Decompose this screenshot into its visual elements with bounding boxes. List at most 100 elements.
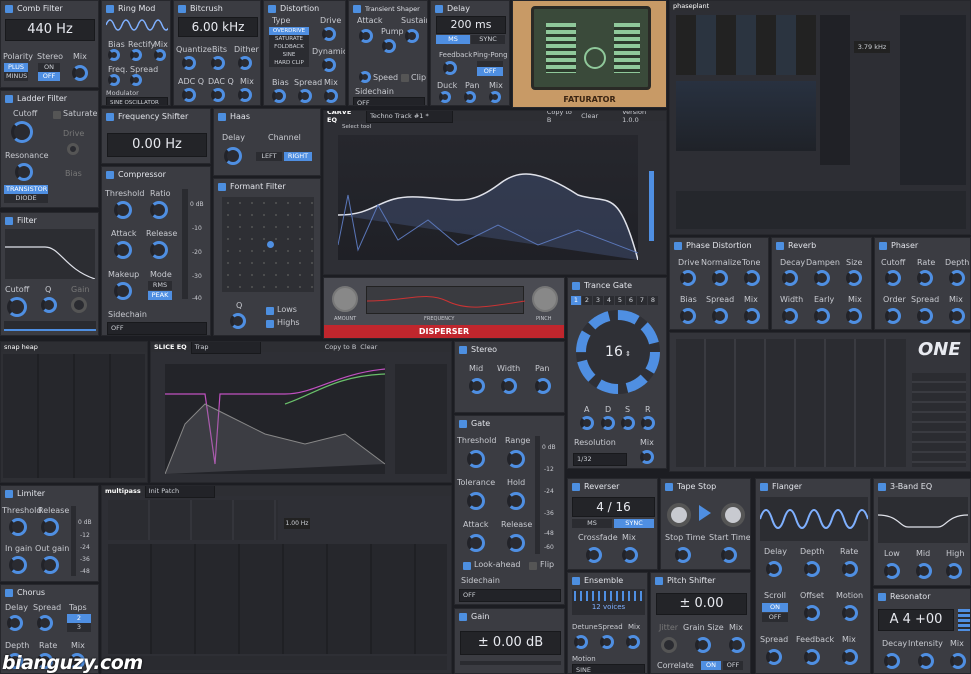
bias-knob[interactable] <box>680 308 696 324</box>
haas-header[interactable]: Haas <box>214 109 320 124</box>
bias-knob[interactable] <box>108 49 120 61</box>
trance-gate-header[interactable]: Trance Gate <box>568 278 666 293</box>
bias-knob[interactable] <box>272 89 286 103</box>
frequency-shifter-header[interactable]: Frequency Shifter <box>102 109 210 124</box>
saturate-checkbox-icon[interactable] <box>53 111 61 119</box>
flip-checkbox-icon[interactable] <box>529 562 537 570</box>
decay-knob[interactable] <box>782 270 798 286</box>
frequency-display[interactable]: 440 Hz <box>5 19 95 41</box>
mid-knob[interactable] <box>469 378 485 394</box>
pump-knob[interactable] <box>382 39 396 53</box>
pitch-shifter-header[interactable]: Pitch Shifter <box>651 573 750 588</box>
enable-checkbox-icon[interactable] <box>353 4 361 13</box>
spread-knob[interactable] <box>600 635 614 649</box>
crossfade-knob[interactable] <box>586 547 602 563</box>
spread-knob[interactable] <box>298 89 312 103</box>
enable-checkbox-icon[interactable] <box>572 482 580 491</box>
clear-button[interactable]: Clear <box>360 343 377 351</box>
tape-stop-header[interactable]: Tape Stop <box>661 479 750 494</box>
mix-knob[interactable] <box>640 450 654 464</box>
enable-checkbox-icon[interactable] <box>459 612 467 621</box>
jitter-knob[interactable] <box>661 637 677 653</box>
enable-checkbox-icon[interactable] <box>879 241 887 250</box>
ms-button[interactable]: MS <box>436 35 470 44</box>
enable-checkbox-icon[interactable] <box>776 241 784 250</box>
formant-xy-pad[interactable] <box>222 197 314 292</box>
bitcrush-header[interactable]: Bitcrush <box>174 1 260 16</box>
phase-distortion-header[interactable]: Phase Distortion <box>670 238 768 253</box>
spread-knob[interactable] <box>766 649 782 665</box>
sidechain-select[interactable]: OFF <box>107 322 207 335</box>
tone-knob[interactable] <box>744 270 760 286</box>
enable-checkbox-icon[interactable] <box>218 112 226 121</box>
clear-button[interactable]: Clear <box>581 112 598 120</box>
mix-knob[interactable] <box>154 49 166 61</box>
filter-header[interactable]: Filter <box>1 213 98 228</box>
q-knob[interactable] <box>41 297 57 313</box>
shift-display[interactable]: 0.00 Hz <box>107 133 207 157</box>
mix-knob[interactable] <box>626 635 640 649</box>
lfo-rate-display[interactable]: 1.00 Hz <box>284 518 310 529</box>
release-knob[interactable] <box>150 241 168 259</box>
sync-button[interactable]: SYNC <box>614 519 654 528</box>
mix-knob[interactable] <box>842 649 858 665</box>
freq-knob[interactable] <box>108 74 120 86</box>
mid-knob[interactable] <box>916 563 932 579</box>
rms-button[interactable]: RMS <box>148 281 172 290</box>
mix-knob[interactable] <box>238 88 252 102</box>
amount-knob[interactable] <box>332 286 358 312</box>
attack-knob[interactable] <box>580 416 594 430</box>
rate-knob[interactable] <box>917 270 933 286</box>
type-option-foldback[interactable]: FOLDBACK <box>269 43 309 51</box>
stop-time-knob[interactable] <box>675 547 691 563</box>
phaser-header[interactable]: Phaser <box>875 238 970 253</box>
out-gain-knob[interactable] <box>41 556 59 574</box>
high-knob[interactable] <box>946 563 962 579</box>
step-6-button[interactable]: 6 <box>626 296 636 305</box>
order-knob[interactable] <box>885 308 901 324</box>
low-knob[interactable] <box>884 563 900 579</box>
gate-header[interactable]: Gate <box>455 416 564 431</box>
enable-checkbox-icon[interactable] <box>106 170 114 179</box>
spread-knob[interactable] <box>712 308 728 324</box>
compressor-header[interactable]: Compressor <box>102 167 210 182</box>
stereo-header[interactable]: Stereo <box>455 342 564 357</box>
enable-checkbox-icon[interactable] <box>760 482 768 491</box>
type-option-saturate[interactable]: SATURATE <box>269 35 309 43</box>
threshold-knob[interactable] <box>114 201 132 219</box>
offset-knob[interactable] <box>804 605 820 621</box>
transistor-button[interactable]: TRANSISTOR <box>4 185 48 194</box>
start-time-knob[interactable] <box>721 547 737 563</box>
mix-knob[interactable] <box>324 89 338 103</box>
mix-knob[interactable] <box>72 65 88 81</box>
step-1-button[interactable]: 1 <box>571 296 581 305</box>
enable-checkbox-icon[interactable] <box>459 345 467 354</box>
type-option-sine[interactable]: SINE <box>269 51 309 59</box>
ping-pong-off-button[interactable]: OFF <box>477 67 503 76</box>
attack-knob[interactable] <box>114 241 132 259</box>
voices-display[interactable]: 12 voices <box>572 589 645 615</box>
decay-knob[interactable] <box>884 653 900 669</box>
threshold-knob[interactable] <box>467 450 485 468</box>
delay-header[interactable]: Delay <box>431 1 509 16</box>
enable-checkbox-icon[interactable] <box>459 419 467 428</box>
sidechain-select[interactable]: OFF <box>459 589 561 602</box>
preset-select[interactable]: Techno Track #1 * <box>366 111 453 123</box>
pinch-knob[interactable] <box>532 286 558 312</box>
stereo-off-button[interactable]: OFF <box>38 72 60 81</box>
mix-knob[interactable] <box>846 308 862 324</box>
faturator-dial[interactable] <box>584 47 606 69</box>
enable-checkbox-icon[interactable] <box>106 4 114 13</box>
keyboard-icon[interactable] <box>958 609 970 631</box>
bits-knob[interactable] <box>211 56 225 70</box>
mix-knob[interactable] <box>622 547 638 563</box>
pitch-display[interactable]: ± 0.00 <box>656 593 747 615</box>
step-7-button[interactable]: 7 <box>637 296 647 305</box>
drive-knob[interactable] <box>67 143 79 155</box>
gain-header[interactable]: Gain <box>455 609 564 624</box>
ring-mod-header[interactable]: Ring Mod <box>102 1 170 16</box>
lows-checkbox-icon[interactable] <box>266 307 274 315</box>
dither-knob[interactable] <box>238 56 252 70</box>
dampen-knob[interactable] <box>814 270 830 286</box>
intensity-knob[interactable] <box>918 653 934 669</box>
